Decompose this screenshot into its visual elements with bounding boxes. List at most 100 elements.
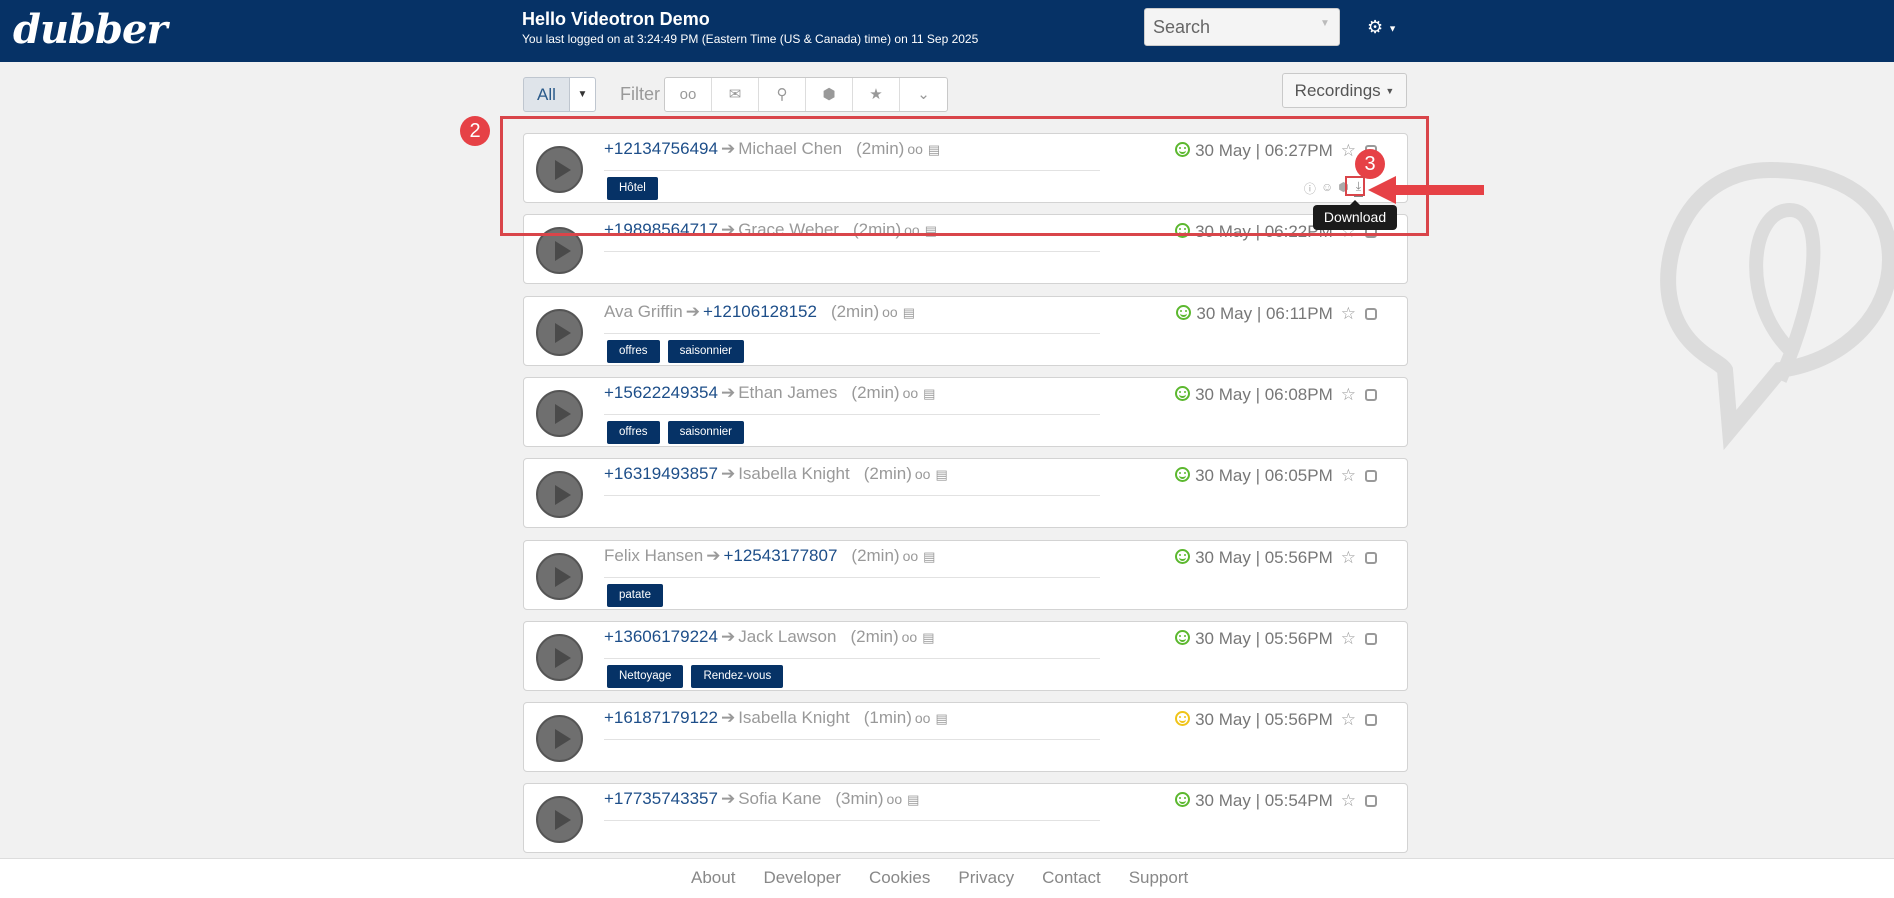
all-filter-button[interactable]: All (523, 77, 570, 112)
caller-from: Felix Hansen (604, 545, 704, 565)
caller-to: Sofia Kane (738, 789, 822, 809)
row-divider (604, 739, 1100, 741)
favorite-star-icon[interactable]: ☆ (1341, 548, 1356, 567)
footer-link-contact[interactable]: Contact (1042, 868, 1101, 888)
search-dropdown-caret-icon[interactable]: ▼ (1320, 18, 1330, 29)
caller-to: Ethan James (738, 382, 838, 402)
caller-to: Isabella Knight (738, 464, 850, 484)
download-highlight-box (1345, 176, 1365, 196)
play-button[interactable] (536, 308, 583, 356)
last-login-text: You last logged on at 3:24:49 PM (Easter… (522, 32, 979, 46)
search-input[interactable] (1144, 8, 1340, 46)
recording-row[interactable]: +13606179224 ➔ Jack Lawson (2min) oo ▤ Nettoya… (523, 620, 1408, 691)
call-datetime: 30 May | 06:08PM (1195, 384, 1333, 404)
favorite-star-icon[interactable]: ☆ (1341, 304, 1356, 323)
favorite-star-icon[interactable]: ☆ (1341, 629, 1356, 648)
recording-row[interactable]: +16187179122 ➔ Isabella Knight (1min) oo ▤ 30 … (523, 702, 1408, 773)
tag-badge[interactable]: offres (607, 420, 660, 444)
footer-link-privacy[interactable]: Privacy (958, 868, 1014, 888)
select-checkbox[interactable] (1365, 795, 1377, 808)
caller-from[interactable]: +16187179122 (604, 708, 718, 727)
favorite-star-icon[interactable]: ☆ (1341, 791, 1356, 810)
map-marker-icon: ⚲ (776, 86, 788, 103)
filter-email-button[interactable]: ✉ (712, 78, 759, 111)
transcript-icon[interactable]: ▤ (922, 630, 934, 645)
record-meta: 30 May | 05:56PM ☆ (1175, 548, 1377, 568)
caller-to: Isabella Knight (738, 708, 850, 728)
select-checkbox[interactable] (1365, 388, 1377, 401)
transcript-icon[interactable]: ▤ (903, 305, 915, 320)
transcript-icon[interactable]: ▤ (935, 467, 947, 482)
tag-badge[interactable]: offres (607, 339, 660, 363)
footer-links: About Developer Cookies Privacy Contact Suppo… (691, 868, 1188, 888)
select-checkbox[interactable] (1365, 714, 1377, 727)
footer-link-about[interactable]: About (691, 868, 735, 888)
arrow-right-icon: ➔ (720, 382, 736, 402)
arrow-right-icon: ➔ (720, 464, 736, 484)
transcript-icon[interactable]: ▤ (923, 386, 935, 401)
all-filter-dropdown-toggle[interactable]: ▼ (569, 77, 596, 112)
caller-from[interactable]: +16319493857 (604, 464, 718, 483)
play-button[interactable] (536, 552, 583, 600)
tag-badge[interactable]: saisonnier (667, 339, 744, 363)
arrow-right-icon: ➔ (685, 301, 700, 321)
favorite-star-icon[interactable]: ☆ (1341, 466, 1356, 485)
call-datetime: 30 May | 05:56PM (1195, 710, 1333, 730)
chevron-down-icon: ⌄ (917, 86, 930, 103)
voicemail-icon: oo (902, 384, 919, 401)
play-button[interactable] (536, 389, 583, 437)
call-participants: +13606179224 ➔ Jack Lawson (2min) oo ▤ (604, 627, 935, 647)
play-button[interactable] (536, 471, 583, 519)
record-meta: 30 May | 06:05PM ☆ (1175, 466, 1377, 486)
filter-voicemail-button[interactable]: oo (665, 78, 712, 111)
recording-row[interactable]: +15622249354 ➔ Ethan James (2min) oo ▤ offres s… (523, 376, 1408, 447)
recording-row[interactable]: Ava Griffin ➔ +12106128152 (2min) oo ▤ offres s… (523, 295, 1408, 366)
row-divider (604, 413, 1100, 415)
transcript-icon[interactable]: ▤ (907, 792, 919, 807)
recordings-dropdown-button[interactable]: Recordings ▼ (1282, 73, 1407, 108)
arrow-right-icon: ➔ (720, 626, 736, 646)
play-button[interactable] (536, 715, 583, 763)
caller-from[interactable]: +15622249354 (604, 383, 718, 402)
tag-badge[interactable]: patate (607, 583, 663, 607)
footer-link-support[interactable]: Support (1129, 868, 1189, 888)
star-icon: ★ (869, 86, 883, 103)
play-button[interactable] (536, 796, 583, 844)
filter-location-button[interactable]: ⚲ (759, 78, 806, 111)
favorite-star-icon[interactable]: ☆ (1341, 710, 1356, 729)
tag-icon: ⬢ (822, 86, 836, 103)
settings-gear-button[interactable]: ⚙ ▼ (1357, 10, 1407, 44)
call-datetime: 30 May | 05:54PM (1195, 791, 1333, 811)
call-duration: (2min) (850, 626, 899, 646)
caller-to[interactable]: +12106128152 (703, 302, 817, 321)
filter-star-button[interactable]: ★ (853, 78, 900, 111)
play-button[interactable] (536, 633, 583, 681)
footer-link-cookies[interactable]: Cookies (869, 868, 930, 888)
select-checkbox[interactable] (1365, 551, 1377, 564)
select-checkbox[interactable] (1365, 470, 1377, 483)
favorite-star-icon[interactable]: ☆ (1341, 385, 1356, 404)
arrow-right-icon: ➔ (720, 789, 736, 809)
caller-from[interactable]: +17735743357 (604, 789, 718, 808)
select-checkbox[interactable] (1365, 632, 1377, 645)
tag-badge[interactable]: saisonnier (667, 420, 744, 444)
filter-label: Filter (620, 84, 660, 104)
recording-row[interactable]: +17735743357 ➔ Sofia Kane (3min) oo ▤ 30 May |… (523, 783, 1408, 854)
transcript-icon[interactable]: ▤ (935, 711, 947, 726)
recording-row[interactable]: Felix Hansen ➔ +12543177807 (2min) oo ▤ patate… (523, 539, 1408, 610)
transcript-icon[interactable]: ▤ (923, 549, 935, 564)
row-divider (604, 332, 1100, 334)
footer-link-developer[interactable]: Developer (763, 868, 841, 888)
caller-from[interactable]: +13606179224 (604, 627, 718, 646)
call-participants: +16187179122 ➔ Isabella Knight (1min) oo ▤ (604, 708, 948, 728)
filter-more-button[interactable]: ⌄ (900, 78, 947, 111)
filter-tag-button[interactable]: ⬢ (806, 78, 853, 111)
voicemail-icon: oo (914, 710, 931, 727)
recording-row[interactable]: +16319493857 ➔ Isabella Knight (2min) oo ▤ 30 … (523, 458, 1408, 529)
dubber-logo[interactable]: dubber (13, 6, 168, 53)
select-checkbox[interactable] (1365, 307, 1377, 320)
tag-badge[interactable]: Nettoyage (607, 664, 684, 688)
caller-to[interactable]: +12543177807 (723, 546, 837, 565)
top-navbar: dubber Hello Videotron Demo You last log… (0, 0, 1894, 62)
tag-badge[interactable]: Rendez-vous (691, 664, 784, 688)
